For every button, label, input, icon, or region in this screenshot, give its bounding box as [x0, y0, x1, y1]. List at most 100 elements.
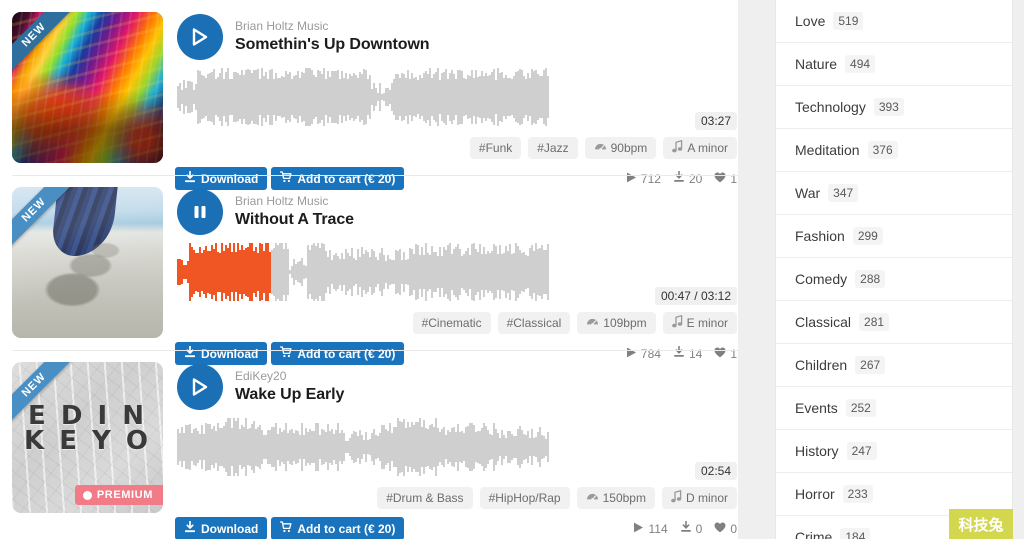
track-titles: Brian Holtz Music Somethin's Up Downtown [235, 19, 430, 55]
waveform[interactable]: 03:27 [177, 66, 737, 130]
track-header: Brian Holtz Music Somethin's Up Downtown [175, 14, 738, 60]
sidebar-item-meditation[interactable]: Meditation 376 [776, 129, 1012, 172]
genre-tag[interactable]: #Funk [469, 137, 522, 159]
time-display: 02:54 [694, 462, 737, 480]
speedometer-icon [586, 315, 599, 331]
action-buttons: Download Add to cart (€ 20) [175, 517, 405, 539]
waveform-bar [547, 432, 549, 462]
category-count: 288 [855, 270, 886, 288]
category-count: 252 [845, 399, 876, 417]
category-name: Nature [795, 56, 838, 72]
play-icon [192, 28, 208, 46]
category-name: War [795, 185, 821, 201]
genre-tag[interactable]: #Classical [497, 312, 571, 334]
like-count: 0 [714, 521, 737, 536]
track-artist[interactable]: EdiKey20 [235, 369, 344, 384]
tag-list: #Funk #Jazz 90bpm A minor [175, 137, 737, 159]
play-button[interactable] [177, 364, 223, 410]
category-count: 267 [855, 356, 886, 374]
download-button[interactable]: Download [175, 517, 268, 539]
track-actions: Download Add to cart (€ 20) 114 0 0 [175, 517, 737, 539]
premium-dot-icon [82, 490, 92, 500]
category-name: Comedy [795, 271, 848, 287]
category-count: 376 [867, 141, 898, 159]
key-tag: D minor [661, 487, 737, 509]
track-body: Brian Holtz Music Without A Trace 00:47 / … [175, 181, 738, 365]
sidebar: Love 519 Nature 494 Technology 393 Meditation 3… [775, 0, 1024, 539]
watermark-badge: 科技兔 [949, 509, 1013, 539]
sidebar-item-events[interactable]: Events 252 [776, 387, 1012, 430]
waveform-bars [177, 416, 737, 478]
sidebar-item-fashion[interactable]: Fashion 299 [776, 215, 1012, 258]
likes-icon [714, 522, 726, 536]
premium-label: PREMIUM [96, 489, 153, 501]
sidebar-item-war[interactable]: War 347 [776, 172, 1012, 215]
category-count: 519 [833, 12, 864, 30]
category-name: Classical [795, 314, 852, 330]
category-name: Love [795, 13, 826, 29]
category-count: 281 [859, 313, 890, 331]
waveform[interactable]: 00:47 / 03:12 [177, 241, 737, 305]
track-body: EdiKey20 Wake Up Early 02:54 #Drum & Bass #H… [175, 356, 738, 539]
time-display: 03:27 [694, 112, 737, 130]
pause-button[interactable] [177, 189, 223, 235]
waveform[interactable]: 02:54 [177, 416, 737, 480]
add-to-cart-button[interactable]: Add to cart (€ 20) [271, 517, 405, 539]
track-artwork[interactable]: NEW [12, 12, 163, 163]
music-note-icon [671, 490, 682, 506]
sidebar-item-nature[interactable]: Nature 494 [776, 43, 1012, 86]
key-label: A minor [687, 141, 728, 155]
speedometer-icon [594, 140, 607, 156]
sidebar-item-children[interactable]: Children 267 [776, 344, 1012, 387]
download-icon [184, 520, 196, 536]
category-count: 299 [852, 227, 883, 245]
plays-icon [633, 522, 644, 536]
cart-icon [280, 521, 292, 536]
bpm-tag: 109bpm [577, 312, 656, 334]
waveform-bar [547, 243, 549, 301]
bpm-tag: 150bpm [576, 487, 655, 509]
track-row: NEW Brian Holtz Music Somethin's Up Downto… [0, 0, 738, 190]
play-count-value: 114 [648, 521, 668, 536]
sidebar-item-classical[interactable]: Classical 281 [776, 301, 1012, 344]
downloads-icon [680, 520, 692, 536]
track-title[interactable]: Wake Up Early [235, 384, 344, 405]
track-artist[interactable]: Brian Holtz Music [235, 19, 429, 34]
genre-tag[interactable]: #Jazz [528, 137, 578, 159]
genre-tag[interactable]: #Cinematic [412, 312, 491, 334]
music-note-icon [671, 315, 683, 331]
category-name: Horror [795, 486, 835, 502]
play-button[interactable] [177, 14, 223, 60]
track-title[interactable]: Without A Trace [235, 209, 354, 230]
sidebar-item-love[interactable]: Love 519 [776, 0, 1012, 43]
track-artist[interactable]: Brian Holtz Music [235, 194, 354, 209]
track-stats: 114 0 0 [633, 520, 737, 536]
tag-list: #Drum & Bass #HipHop/Rap 150bpm D minor [175, 487, 737, 509]
layout-gutter [738, 0, 775, 539]
speedometer-icon [586, 490, 599, 506]
category-name: History [795, 443, 839, 459]
bpm-tag: 90bpm [584, 137, 657, 159]
add-to-cart-label: Add to cart (€ 20) [297, 521, 396, 536]
key-tag: A minor [663, 137, 737, 159]
track-body: Brian Holtz Music Somethin's Up Downtown 0… [175, 6, 738, 190]
track-artwork[interactable]: E D I NK E Y O NEW PREMIUM [12, 362, 163, 513]
sidebar-item-history[interactable]: History 247 [776, 430, 1012, 473]
download-count: 0 [680, 520, 702, 536]
bpm-label: 90bpm [610, 141, 648, 155]
category-count: 347 [828, 184, 859, 202]
like-count-value: 0 [730, 521, 737, 536]
track-artwork[interactable]: NEW [12, 187, 163, 338]
category-count: 184 [840, 528, 871, 539]
genre-tag[interactable]: #HipHop/Rap [479, 487, 570, 509]
sidebar-item-technology[interactable]: Technology 393 [776, 86, 1012, 129]
artwork-text: E D I NK E Y O [24, 401, 151, 456]
waveform-bars [177, 66, 737, 128]
waveform-bars [177, 241, 737, 303]
pause-icon [192, 203, 208, 221]
track-title[interactable]: Somethin's Up Downtown [235, 34, 430, 55]
sidebar-item-comedy[interactable]: Comedy 288 [776, 258, 1012, 301]
genre-tag[interactable]: #Drum & Bass [377, 487, 473, 509]
track-titles: Brian Holtz Music Without A Trace [235, 194, 354, 230]
page-root: NEW Brian Holtz Music Somethin's Up Downto… [0, 0, 1024, 539]
